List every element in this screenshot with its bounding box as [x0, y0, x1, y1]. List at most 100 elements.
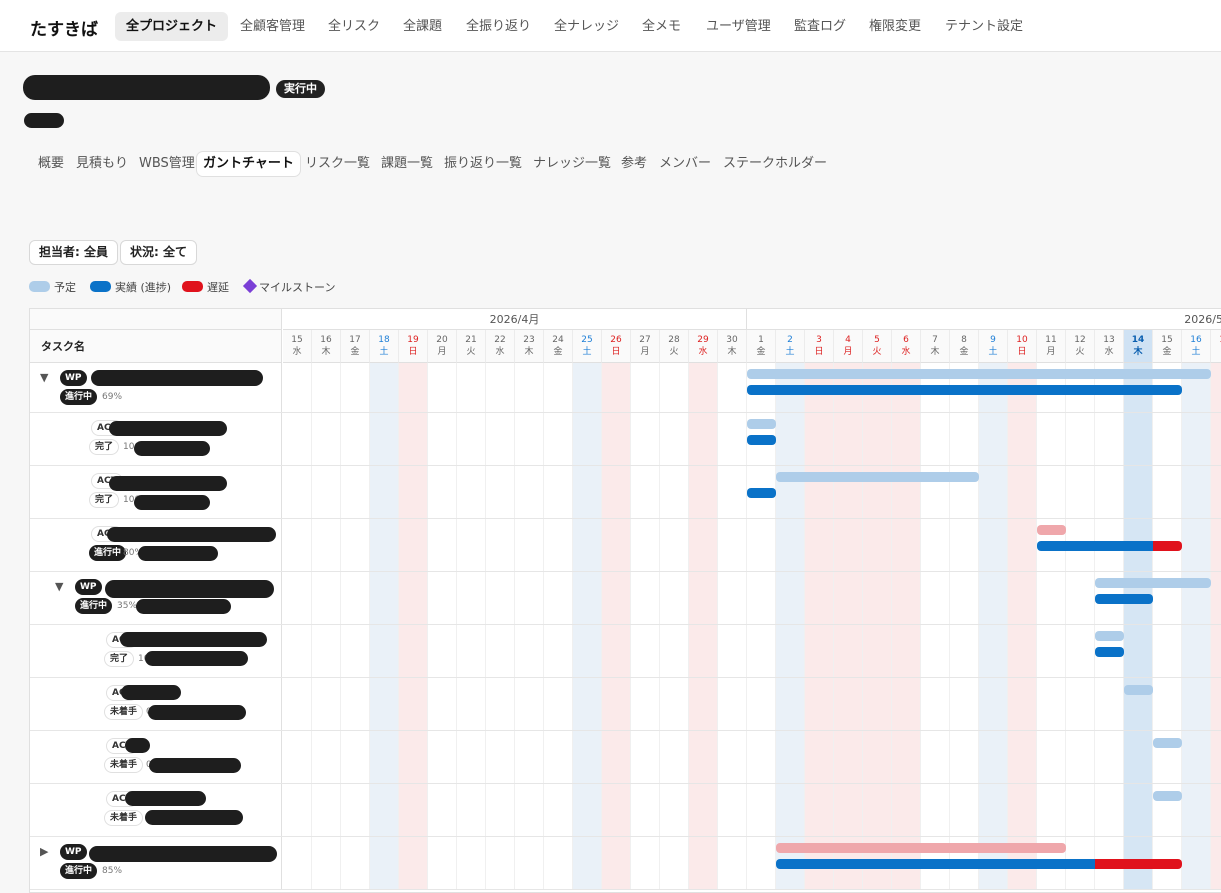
gantt-row-activity[interactable]: ACT未着手0%	[30, 731, 1221, 784]
gantt-row-activity[interactable]: ACT完了100%	[30, 466, 1221, 519]
project-tab-2[interactable]: WBS管理	[133, 152, 201, 176]
plan-bar[interactable]	[747, 369, 1211, 379]
day-weekday: 金	[756, 347, 766, 357]
gantt-row-activity[interactable]: ACT未着手0%	[30, 784, 1221, 837]
plan-bar[interactable]	[1037, 525, 1066, 535]
workpackage-type-chip: WP	[60, 844, 87, 860]
actual-bar[interactable]	[1095, 647, 1124, 657]
day-number: 19	[407, 335, 419, 345]
nav-item-10[interactable]: テナント設定	[934, 12, 1034, 41]
gantt-row-activity[interactable]: ACT進行中80%	[30, 519, 1221, 572]
day-number: 29	[697, 335, 709, 345]
day-weekday: 水	[495, 347, 505, 357]
actual-bar[interactable]	[747, 488, 776, 498]
day-number: 14	[1131, 335, 1145, 345]
assignee-filter-button[interactable]: 担当者: 全員	[29, 240, 118, 265]
project-tab-4[interactable]: リスク一覧	[299, 152, 376, 176]
gantt-chart: タスク名 2026/4月2026/5月15水16木17金18土19日20月21火…	[29, 308, 1221, 893]
workpackage-type-chip: WP	[60, 370, 87, 386]
project-tab-10[interactable]: ステークホルダー	[717, 152, 833, 176]
legend-milestone-icon	[242, 278, 258, 294]
task-header-top	[30, 309, 282, 330]
nav-item-3[interactable]: 全課題	[392, 12, 453, 41]
collapse-toggle-icon[interactable]: ▼	[55, 580, 63, 593]
task-cell: ACT完了100%	[30, 413, 282, 465]
task-assignee-redacted	[148, 705, 246, 720]
day-number: 15	[1161, 335, 1173, 345]
nav-item-0[interactable]: 全プロジェクト	[115, 12, 229, 41]
expand-toggle-icon[interactable]: ▶	[40, 845, 48, 858]
day-header: 16 木	[312, 330, 341, 363]
gantt-row-workpackage[interactable]: ▼ WP 進行中 35%	[30, 572, 1221, 625]
nav-item-2[interactable]: 全リスク	[317, 12, 391, 41]
project-name-redacted	[23, 75, 270, 100]
day-number: 17	[1211, 334, 1221, 346]
project-tab-3[interactable]: ガントチャート	[197, 152, 300, 176]
nav-item-8[interactable]: 監査ログ	[783, 12, 857, 41]
gantt-row-activity[interactable]: ACT完了100%	[30, 413, 1221, 466]
task-name-redacted	[109, 421, 227, 436]
gantt-row-workpackage[interactable]: ▶ WP 進行中 85%	[30, 837, 1221, 890]
project-tab-7[interactable]: ナレッジ一覧	[527, 152, 617, 176]
gantt-row-activity[interactable]: ACT未着手0%	[30, 678, 1221, 731]
project-tab-0[interactable]: 概要	[32, 152, 70, 176]
day-number: 26	[610, 335, 622, 345]
day-header: 25 土	[573, 330, 602, 363]
project-tab-6[interactable]: 振り返り一覧	[438, 152, 528, 176]
nav-item-6[interactable]: 全メモ	[631, 12, 692, 41]
project-status-badge: 実行中	[276, 80, 325, 98]
plan-bar[interactable]	[747, 419, 776, 429]
task-assignee-redacted	[145, 651, 248, 666]
project-tab-9[interactable]: メンバー	[653, 152, 717, 176]
project-tab-1[interactable]: 見積もり	[70, 152, 134, 176]
actual-bar[interactable]	[747, 435, 776, 445]
day-weekday: 火	[466, 347, 476, 357]
task-progress-percent: 85%	[102, 866, 123, 876]
nav-item-5[interactable]: 全ナレッジ	[543, 12, 630, 41]
day-weekday: 日	[814, 347, 824, 357]
plan-bar[interactable]	[776, 843, 1066, 853]
nav-item-1[interactable]: 全顧客管理	[229, 12, 316, 41]
plan-bar[interactable]	[776, 472, 979, 482]
plan-bar[interactable]	[1124, 685, 1153, 695]
day-header: 1金	[747, 330, 776, 363]
actual-bar[interactable]	[747, 385, 1182, 395]
actual-bar[interactable]	[1095, 594, 1153, 604]
day-weekday: 月	[843, 347, 853, 357]
month-header-april: 2026/4月	[283, 309, 747, 330]
day-header: 30 木	[718, 330, 747, 363]
day-header: 16 土	[1182, 330, 1211, 363]
gantt-row-workpackage[interactable]: ▼ WP 進行中 69%	[30, 363, 1221, 413]
actual-bar-with-delay[interactable]	[776, 859, 1182, 869]
nav-item-9[interactable]: 権限変更	[858, 12, 932, 41]
day-weekday: 水	[1104, 347, 1114, 357]
nav-item-4[interactable]: 全振り返り	[455, 12, 542, 41]
task-name-redacted	[125, 791, 206, 806]
day-header: 28 火	[660, 330, 689, 363]
day-header: 5火	[863, 330, 892, 363]
plan-bar[interactable]	[1095, 578, 1211, 588]
workpackage-type-chip: WP	[75, 579, 102, 595]
day-number: 22	[494, 335, 506, 345]
day-number: 9	[990, 335, 996, 345]
app-logo[interactable]: たすきば	[30, 15, 98, 40]
day-number: 17	[349, 335, 361, 345]
project-tab-8[interactable]: 参考	[615, 152, 653, 176]
plan-bar[interactable]	[1153, 791, 1182, 801]
day-weekday: 木	[727, 347, 737, 357]
day-weekday: 月	[1046, 347, 1056, 357]
actual-bar-with-delay[interactable]	[1037, 541, 1182, 551]
nav-item-7[interactable]: ユーザ管理	[695, 12, 782, 41]
legend-plan-label: 予定	[54, 281, 76, 294]
project-tab-5[interactable]: 課題一覧	[375, 152, 439, 176]
gantt-row-activity[interactable]: ACT完了100%	[30, 625, 1221, 678]
plan-bar[interactable]	[1153, 738, 1182, 748]
day-header: 20 月	[428, 330, 457, 363]
status-filter-button[interactable]: 状況: 全て	[120, 240, 197, 265]
task-assignee-redacted	[149, 758, 241, 773]
collapse-toggle-icon[interactable]: ▼	[40, 371, 48, 384]
task-name-redacted	[89, 846, 277, 862]
day-weekday: 土	[988, 347, 998, 357]
day-weekday: 日	[1017, 347, 1027, 357]
plan-bar[interactable]	[1095, 631, 1124, 641]
